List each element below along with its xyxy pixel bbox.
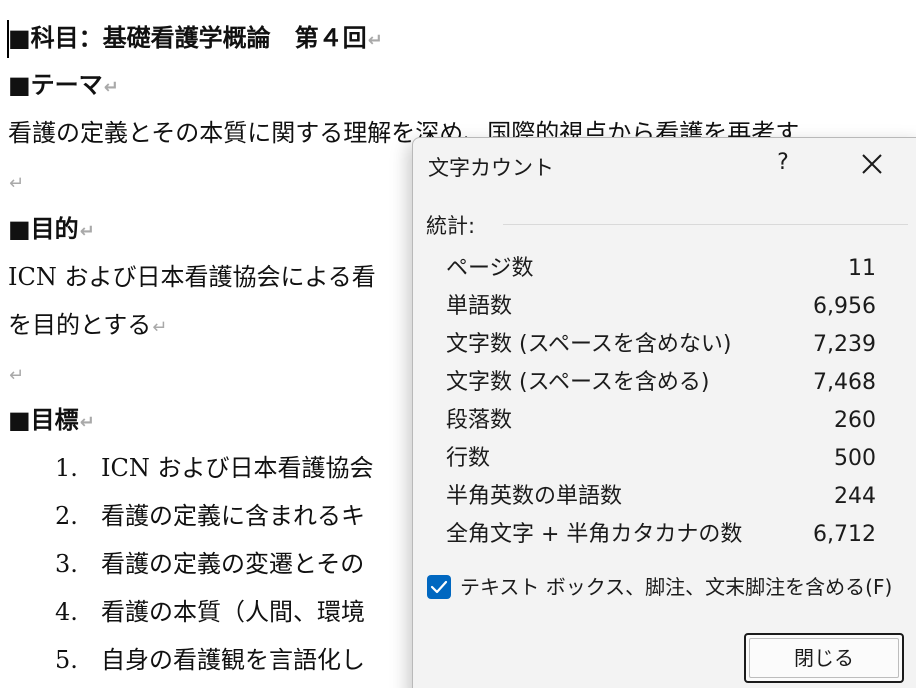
theme-heading: ■テーマ↵ [8, 70, 119, 103]
include-textboxes-checkbox[interactable] [427, 575, 451, 599]
stat-row-chars-with-spaces: 文字数 (スペースを含める) 7,468 [446, 364, 876, 402]
empty-paragraph: ↵ [8, 358, 24, 391]
checkmark-icon [430, 580, 448, 594]
paragraph-mark: ↵ [152, 317, 168, 338]
goal-item: 3. 看護の定義の変遷とその [55, 549, 364, 579]
paragraph-mark: ↵ [79, 412, 95, 433]
stat-row-chars-no-spaces: 文字数 (スペースを含めない) 7,239 [446, 326, 876, 364]
stat-label: 行数 [446, 446, 491, 471]
close-button-label: 閉じる [749, 638, 899, 678]
statistics-label: 統計: [426, 214, 476, 238]
goal-item: 4. 看護の本質（人間、環境 [55, 597, 365, 627]
purpose-heading: ■目的↵ [8, 214, 95, 247]
goal-item: 5. 自身の看護観を言語化し [55, 645, 365, 675]
goal-text: 看護の定義の変遷とその [101, 550, 365, 578]
goal-item: 1. ICN および日本看護協会 [55, 453, 373, 483]
purpose-text-line1: ICN および日本看護協会による看 [8, 263, 376, 291]
stat-row-lines: 行数 500 [446, 440, 876, 478]
purpose-heading-text: ■目的 [8, 214, 79, 243]
goal-text: 自身の看護観を言語化し [101, 646, 365, 674]
statistics-divider [503, 224, 908, 225]
doc-heading: ■科目：基礎看護学概論 第４回↵ [8, 23, 383, 56]
stat-label: ページ数 [446, 256, 534, 281]
stat-value: 11 [848, 256, 876, 281]
goal-text: 看護の本質（人間、環境 [101, 598, 365, 626]
close-icon [862, 154, 882, 174]
goal-number: 3. [55, 550, 78, 578]
stat-label: 文字数 (スペースを含める) [446, 370, 710, 395]
theme-heading-text: ■テーマ [8, 70, 103, 99]
stat-value: 7,468 [813, 370, 876, 395]
stat-value: 500 [834, 446, 876, 471]
paragraph-mark: ↵ [367, 30, 383, 51]
goal-text: 看護の定義に含まれるキ [101, 502, 365, 530]
stat-row-words: 単語数 6,956 [446, 288, 876, 326]
stat-label: 段落数 [446, 408, 513, 433]
stat-value: 6,712 [813, 522, 876, 547]
goal-number: 4. [55, 598, 78, 626]
word-count-dialog: 文字カウント ? 統計: ページ数 11 単語数 6,956 文字数 (スペース… [412, 137, 916, 688]
paragraph-mark: ↵ [103, 77, 119, 98]
stat-label: 単語数 [446, 294, 513, 319]
close-button[interactable]: 閉じる [744, 633, 904, 683]
goal-item: 2. 看護の定義に含まれるキ [55, 501, 365, 531]
stat-value: 260 [834, 408, 876, 433]
goal-number: 5. [55, 646, 78, 674]
paragraph-mark: ↵ [9, 173, 25, 194]
paragraph-mark: ↵ [79, 221, 95, 242]
goal-number: 1. [55, 454, 78, 482]
purpose-text-line2: を目的とする↵ [8, 310, 167, 343]
dialog-title: 文字カウント [428, 156, 554, 180]
stat-value: 244 [834, 484, 876, 509]
goal-number: 2. [55, 502, 78, 530]
empty-paragraph: ↵ [8, 166, 24, 199]
stat-value: 7,239 [813, 332, 876, 357]
stat-label: 全角文字 + 半角カタカナの数 [446, 522, 743, 547]
goals-heading-text: ■目標 [8, 405, 79, 434]
help-button[interactable]: ? [768, 148, 798, 178]
stat-row-fullwidth-chars: 全角文字 + 半角カタカナの数 6,712 [446, 516, 876, 554]
purpose-text-line2-text: を目的とする [8, 311, 152, 339]
goal-text: ICN および日本看護協会 [101, 454, 374, 482]
dialog-close-button[interactable] [858, 150, 886, 178]
stat-label: 文字数 (スペースを含めない) [446, 332, 732, 357]
stat-row-halfwidth-words: 半角英数の単語数 244 [446, 478, 876, 516]
stat-row-paragraphs: 段落数 260 [446, 402, 876, 440]
goals-heading: ■目標↵ [8, 405, 95, 438]
doc-heading-text: ■科目：基礎看護学概論 第４回 [8, 23, 367, 52]
stat-value: 6,956 [813, 294, 876, 319]
include-textboxes-label: テキスト ボックス、脚注、文末脚注を含める(F) [460, 575, 893, 599]
stat-row-pages: ページ数 11 [446, 250, 876, 288]
paragraph-mark: ↵ [9, 365, 25, 386]
stat-label: 半角英数の単語数 [446, 484, 623, 509]
